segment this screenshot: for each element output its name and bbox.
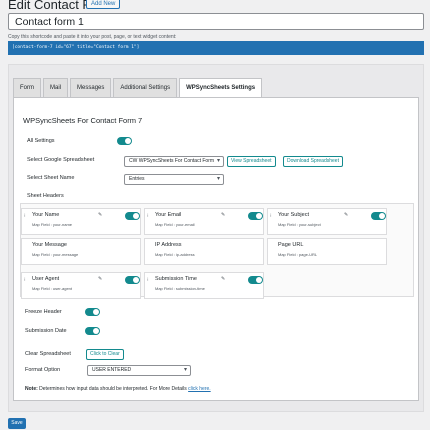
format-option-label: Format Option (25, 367, 61, 373)
header-card[interactable]: ⁝ Your Subject Map Field : your-subject … (267, 208, 387, 235)
header-toggle[interactable] (248, 212, 263, 220)
tab-wpsyncsheets-settings[interactable]: WPSyncSheets Settings (179, 78, 263, 98)
header-name: Your Name (32, 212, 60, 218)
header-card[interactable]: ⁝ Submission Time Map Field : submission… (144, 272, 264, 299)
select-spreadsheet-label: Select Google Spreadsheet (27, 157, 95, 163)
sheet-select[interactable]: Entries ▾ (124, 174, 224, 185)
form-title-input[interactable]: Contact form 1 (8, 13, 424, 30)
format-option-select[interactable]: USER ENTERED ▾ (87, 365, 191, 376)
chevron-down-icon: ▾ (216, 158, 220, 164)
select-sheet-label: Select Sheet Name (27, 175, 75, 181)
click-to-clear-button[interactable]: Click to Clear (86, 349, 124, 360)
drag-handle-icon[interactable]: ⁝ (270, 213, 272, 219)
header-toggle[interactable] (125, 212, 140, 220)
header-toggle[interactable] (125, 276, 140, 284)
header-map-field: Map Field : user-agent (32, 286, 73, 291)
note-link[interactable]: click here. (188, 386, 211, 392)
format-note: Note: Determines how input data should b… (25, 386, 211, 392)
pencil-icon[interactable]: ✎ (98, 276, 102, 282)
header-name: Page URL (278, 242, 304, 248)
pencil-icon[interactable]: ✎ (98, 212, 102, 218)
note-text: Determines how input data should be inte… (37, 386, 189, 392)
header-map-field: Map Field : submission-time (155, 286, 205, 291)
header-card[interactable]: ⁝ Your Name Map Field : your-name ✎ (21, 208, 141, 235)
add-new-button[interactable]: Add New (86, 0, 121, 9)
header-name: User Agent (32, 276, 60, 282)
format-option-value: USER ENTERED (92, 367, 132, 373)
spreadsheet-select[interactable]: CW WPSyncSheets For Contact Form ▾ (124, 156, 224, 167)
all-settings-toggle[interactable] (117, 137, 132, 145)
tab-mail[interactable]: Mail (43, 78, 69, 97)
drag-handle-icon[interactable]: ⁝ (24, 277, 26, 283)
header-map-field: Map Field : your-email (155, 222, 195, 227)
freeze-header-label: Freeze Header (25, 309, 62, 315)
header-card[interactable]: Your Message Map Field : your-message (21, 238, 141, 265)
sheet-headers-label: Sheet Headers (27, 193, 64, 199)
all-settings-label: All Settings (27, 138, 55, 144)
tab-form[interactable]: Form (13, 78, 41, 97)
save-button[interactable]: Save (8, 418, 26, 429)
drag-handle-icon[interactable]: ⁝ (24, 213, 26, 219)
freeze-header-toggle[interactable] (85, 308, 100, 316)
submission-date-toggle[interactable] (85, 327, 100, 335)
tab-additional-settings[interactable]: Additional Settings (113, 78, 178, 97)
header-card[interactable]: ⁝ User Agent Map Field : user-agent ✎ (21, 272, 141, 299)
chevron-down-icon: ▾ (183, 367, 187, 373)
shortcode-field[interactable]: [contact-form-7 id="67" title="Contact f… (8, 41, 424, 55)
settings-heading: WPSyncSheets For Contact Form 7 (23, 116, 143, 125)
header-name: Submission Time (155, 276, 197, 282)
header-name: Your Message (32, 242, 67, 248)
header-map-field: Map Field : your-subject (278, 222, 321, 227)
header-map-field: Map Field : your-message (32, 252, 79, 257)
drag-handle-icon[interactable]: ⁝ (147, 277, 149, 283)
tab-bar: Form Mail Messages Additional Settings W… (13, 78, 263, 98)
submission-date-label: Submission Date (25, 328, 67, 334)
pencil-icon[interactable]: ✎ (221, 212, 225, 218)
drag-handle-icon[interactable]: ⁝ (147, 213, 149, 219)
download-spreadsheet-button[interactable]: Download Spreadsheet (283, 156, 343, 167)
spreadsheet-select-value: CW WPSyncSheets For Contact Form (129, 158, 215, 164)
clear-spreadsheet-label: Clear Spreadsheet (25, 351, 71, 357)
view-spreadsheet-button[interactable]: View Spreadsheet (227, 156, 276, 167)
header-card[interactable]: Page URL Map Field : page-URL (267, 238, 387, 265)
header-card[interactable]: IP Address Map Field : ip-address (144, 238, 264, 265)
sheet-select-value: Entries (129, 176, 145, 182)
header-name: IP Address (155, 242, 182, 248)
header-toggle[interactable] (248, 276, 263, 284)
shortcode-hint: Copy this shortcode and paste it into yo… (8, 34, 177, 40)
pencil-icon[interactable]: ✎ (344, 212, 348, 218)
pencil-icon[interactable]: ✎ (221, 276, 225, 282)
header-map-field: Map Field : your-name (32, 222, 73, 227)
note-label: Note: (25, 386, 38, 392)
tab-messages[interactable]: Messages (70, 78, 112, 97)
header-card[interactable]: ⁝ Your Email Map Field : your-email ✎ (144, 208, 264, 235)
header-name: Your Subject (278, 212, 309, 218)
header-name: Your Email (155, 212, 182, 218)
chevron-down-icon: ▾ (216, 176, 220, 182)
header-map-field: Map Field : ip-address (155, 252, 195, 257)
header-toggle[interactable] (371, 212, 386, 220)
header-map-field: Map Field : page-URL (278, 252, 318, 257)
